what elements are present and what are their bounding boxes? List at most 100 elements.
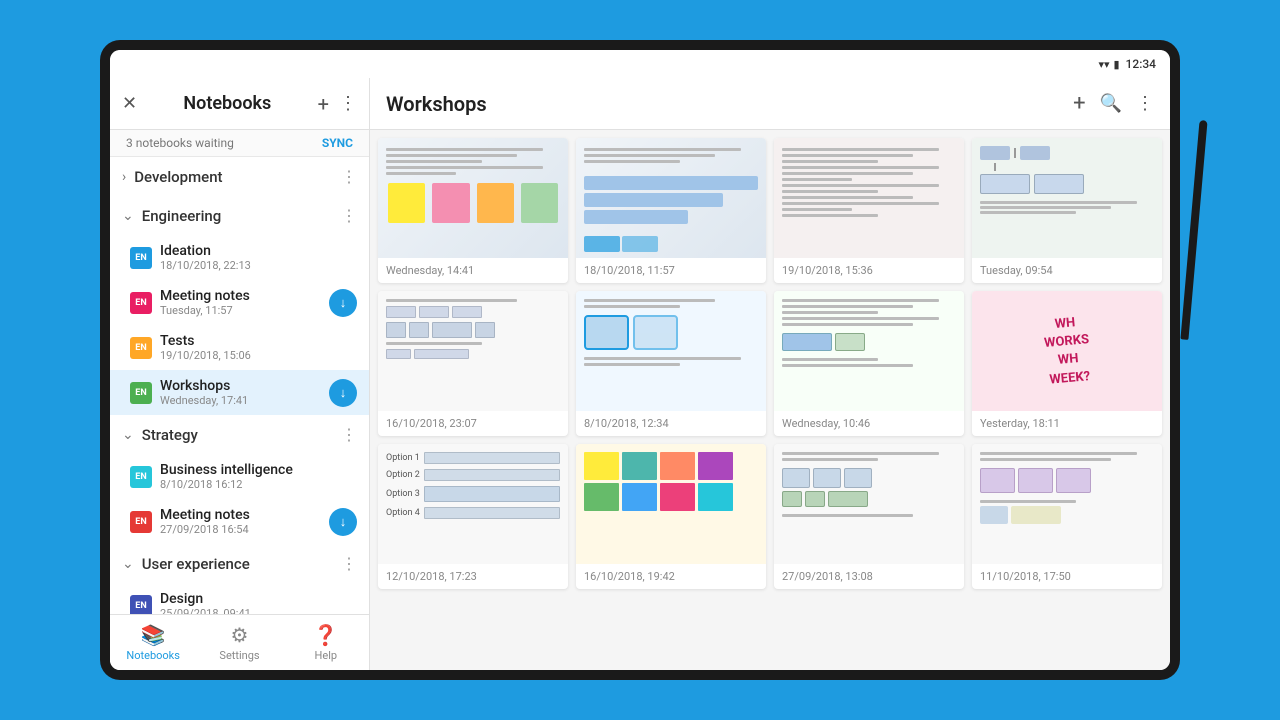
wifi-icon: ▾▾ <box>1098 58 1109 71</box>
chevron-right-icon: › <box>122 169 126 185</box>
note-footer-5: 16/10/2018, 23:07 <box>378 411 568 436</box>
note-date-4: Tuesday, 09:54 <box>980 264 1154 277</box>
note-thumb-3 <box>774 138 964 258</box>
section-more-icon[interactable]: ⋮ <box>341 167 357 186</box>
settings-nav-label: Settings <box>219 649 259 662</box>
sidebar-title: Notebooks <box>183 93 271 114</box>
notebook-info-tests: Tests 19/10/2018, 15:06 <box>160 333 357 362</box>
note-card-5[interactable]: 16/10/2018, 23:07 <box>378 291 568 436</box>
sidebar-item-design[interactable]: EN Design 25/09/2018, 09:41 <box>110 583 369 614</box>
status-time: 12:34 <box>1126 57 1156 71</box>
sidebar-header-actions: + ⋮ <box>318 92 357 116</box>
content-panel: Workshops + 🔍 ⋮ <box>370 78 1170 670</box>
sidebar-item-ideation[interactable]: EN Ideation 18/10/2018, 22:13 <box>110 235 369 280</box>
stylus <box>1180 120 1207 340</box>
chevron-down-icon: ⌄ <box>122 208 134 224</box>
sidebar-item-tests[interactable]: EN Tests 19/10/2018, 15:06 <box>110 325 369 370</box>
note-card-10[interactable]: 16/10/2018, 19:42 <box>576 444 766 589</box>
download-button-meeting[interactable]: ↓ <box>329 289 357 317</box>
notebooks-nav-label: Notebooks <box>126 649 180 662</box>
note-card-8[interactable]: WHWORKSWHWEEK? Yesterday, 18:11 <box>972 291 1162 436</box>
settings-nav-icon: ⚙ <box>231 623 249 647</box>
sidebar-section-development[interactable]: › Development ⋮ <box>110 157 369 196</box>
note-card-9[interactable]: Option 1 Option 2 Option 3 <box>378 444 568 589</box>
note-card-4[interactable]: Tuesday, 09:54 <box>972 138 1162 283</box>
section-label: Development <box>134 168 333 186</box>
notebook-name-meeting-2: Meeting notes <box>160 507 321 523</box>
note-card-11[interactable]: 27/09/2018, 13:08 <box>774 444 964 589</box>
engineering-more-icon[interactable]: ⋮ <box>341 206 357 225</box>
more-options-icon[interactable]: ⋮ <box>339 93 357 114</box>
note-footer-1: Wednesday, 14:41 <box>378 258 568 283</box>
note-thumb-9: Option 1 Option 2 Option 3 <box>378 444 568 564</box>
notebook-info-bi: Business intelligence 8/10/2018 16:12 <box>160 462 357 491</box>
note-thumb-7 <box>774 291 964 411</box>
notebook-icon-workshops: EN <box>130 382 152 404</box>
download-button-workshops[interactable]: ↓ <box>329 379 357 407</box>
section-label-ux: User experience <box>142 555 333 573</box>
notes-grid: Wednesday, 14:41 <box>370 130 1170 670</box>
note-card-6[interactable]: 8/10/2018, 12:34 <box>576 291 766 436</box>
notebook-info-meeting-notes: Meeting notes Tuesday, 11:57 <box>160 288 321 317</box>
help-nav-icon: ❓ <box>313 623 338 647</box>
note-thumb-4 <box>972 138 1162 258</box>
notebooks-nav-icon: 📚 <box>141 623 166 647</box>
content-more-icon[interactable]: ⋮ <box>1136 93 1154 114</box>
sidebar-section-engineering[interactable]: ⌄ Engineering ⋮ <box>110 196 369 235</box>
note-date-1: Wednesday, 14:41 <box>386 264 560 277</box>
note-footer-12: 11/10/2018, 17:50 <box>972 564 1162 589</box>
sidebar-item-meeting-notes-2[interactable]: EN Meeting notes 27/09/2018 16:54 ↓ <box>110 499 369 544</box>
tablet-device: ▾▾ ▮ 12:34 ✕ Notebooks + ⋮ 3 notebooks w… <box>100 40 1180 680</box>
note-card-12[interactable]: 11/10/2018, 17:50 <box>972 444 1162 589</box>
note-date-12: 11/10/2018, 17:50 <box>980 570 1154 583</box>
add-notebook-icon[interactable]: + <box>318 92 329 116</box>
notebook-date-meeting: Tuesday, 11:57 <box>160 304 321 317</box>
notebook-date: 18/10/2018, 22:13 <box>160 259 357 272</box>
note-date-10: 16/10/2018, 19:42 <box>584 570 758 583</box>
notebook-icon-bi: EN <box>130 466 152 488</box>
note-thumb-2 <box>576 138 766 258</box>
notebook-date-tests: 19/10/2018, 15:06 <box>160 349 357 362</box>
sidebar-item-business-intelligence[interactable]: EN Business intelligence 8/10/2018 16:12 <box>110 454 369 499</box>
note-date-5: 16/10/2018, 23:07 <box>386 417 560 430</box>
note-date-11: 27/09/2018, 13:08 <box>782 570 956 583</box>
status-icons: ▾▾ ▮ <box>1098 58 1119 71</box>
close-icon[interactable]: ✕ <box>122 93 137 114</box>
note-thumb-12 <box>972 444 1162 564</box>
sync-button[interactable]: SYNC <box>322 136 353 150</box>
sidebar-section-ux[interactable]: ⌄ User experience ⋮ <box>110 544 369 583</box>
notebook-icon-tests: EN <box>130 337 152 359</box>
ux-more-icon[interactable]: ⋮ <box>341 554 357 573</box>
note-card-7[interactable]: Wednesday, 10:46 <box>774 291 964 436</box>
sidebar-section-strategy[interactable]: ⌄ Strategy ⋮ <box>110 415 369 454</box>
notebook-date-workshops: Wednesday, 17:41 <box>160 394 321 407</box>
note-footer-8: Yesterday, 18:11 <box>972 411 1162 436</box>
note-thumb-10 <box>576 444 766 564</box>
notebook-name-bi: Business intelligence <box>160 462 357 478</box>
nav-help[interactable]: ❓ Help <box>283 623 369 662</box>
note-footer-2: 18/10/2018, 11:57 <box>576 258 766 283</box>
add-note-icon[interactable]: + <box>1073 91 1085 116</box>
content-header-actions: + 🔍 ⋮ <box>1073 91 1154 116</box>
note-card-3[interactable]: 19/10/2018, 15:36 <box>774 138 964 283</box>
note-card-2[interactable]: 18/10/2018, 11:57 <box>576 138 766 283</box>
tablet-screen: ▾▾ ▮ 12:34 ✕ Notebooks + ⋮ 3 notebooks w… <box>110 50 1170 670</box>
sidebar-item-workshops[interactable]: EN Workshops Wednesday, 17:41 ↓ <box>110 370 369 415</box>
sidebar-scroll[interactable]: › Development ⋮ ⌄ Engineering ⋮ EN <box>110 157 369 614</box>
status-bar: ▾▾ ▮ 12:34 <box>110 50 1170 78</box>
sidebar-header: ✕ Notebooks + ⋮ <box>110 78 369 130</box>
sidebar-item-meeting-notes[interactable]: EN Meeting notes Tuesday, 11:57 ↓ <box>110 280 369 325</box>
note-card-1[interactable]: Wednesday, 14:41 <box>378 138 568 283</box>
nav-notebooks[interactable]: 📚 Notebooks <box>110 623 196 662</box>
strategy-more-icon[interactable]: ⋮ <box>341 425 357 444</box>
note-thumb-1 <box>378 138 568 258</box>
nav-settings[interactable]: ⚙ Settings <box>196 623 282 662</box>
note-footer-3: 19/10/2018, 15:36 <box>774 258 964 283</box>
download-button-meeting-2[interactable]: ↓ <box>329 508 357 536</box>
search-icon[interactable]: 🔍 <box>1100 93 1122 114</box>
section-label-strategy: Strategy <box>142 426 333 444</box>
main-area: ✕ Notebooks + ⋮ 3 notebooks waiting SYNC… <box>110 78 1170 670</box>
notebook-info-workshops: Workshops Wednesday, 17:41 <box>160 378 321 407</box>
notebook-icon-meeting-notes-2: EN <box>130 511 152 533</box>
section-label-engineering: Engineering <box>142 207 333 225</box>
